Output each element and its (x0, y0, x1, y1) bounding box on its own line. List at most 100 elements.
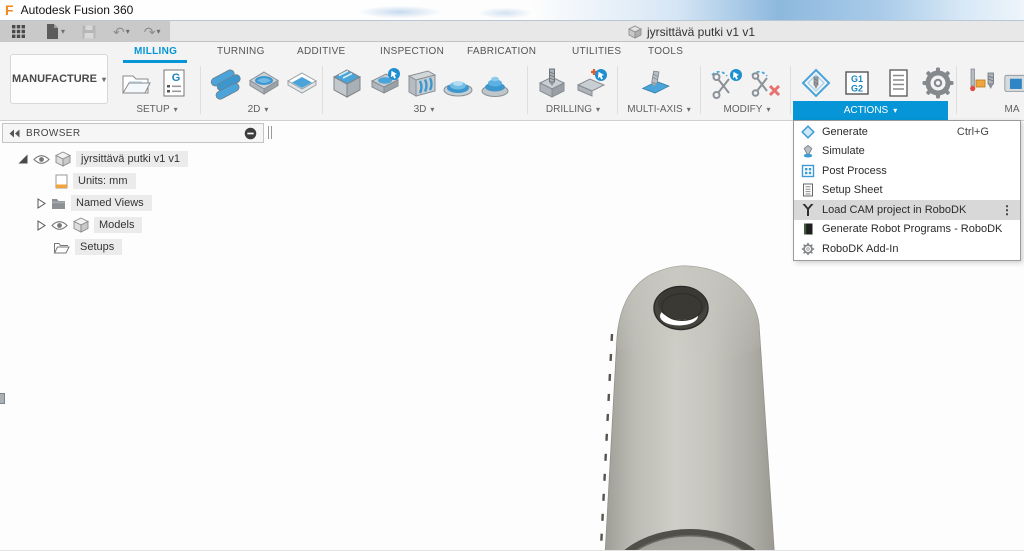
3d-scallop-icon[interactable] (441, 66, 475, 100)
3d-adaptive-icon[interactable] (330, 66, 364, 100)
group-label-manage[interactable]: MA (1005, 104, 1020, 115)
menu-item-generate-robot-programs[interactable]: Generate Robot Programs - RoboDK (794, 220, 1020, 240)
group-label-multi-axis[interactable]: MULTI-AXIS▾ (627, 104, 690, 115)
multi-axis-swarf-icon[interactable] (638, 66, 672, 100)
document-tab-label: jyrsittävä putki v1 v1 (647, 25, 755, 39)
machine-settings-gear-icon[interactable] (921, 66, 955, 100)
collapsed-panel-handle[interactable] (0, 393, 5, 404)
redo-icon: ↷ (144, 25, 156, 39)
tree-row-root[interactable]: jyrsittävä putki v1 v1 (18, 150, 188, 168)
menu-item-generate[interactable]: Generate Ctrl+G (794, 122, 1020, 142)
redo-button[interactable]: ↷ ▾ (142, 22, 163, 42)
tab-turning[interactable]: TURNING (217, 46, 265, 57)
more-options-icon[interactable]: ⋮ (1001, 203, 1013, 217)
group-label-modify[interactable]: MODIFY▾ (724, 104, 771, 115)
collapsed-arrow-icon[interactable] (37, 198, 46, 209)
svg-text:G1: G1 (851, 74, 863, 84)
tab-milling[interactable]: MILLING (134, 46, 177, 57)
tree-row-named-views[interactable]: Named Views (37, 194, 152, 212)
group-separator (700, 66, 701, 114)
nc-program-icon[interactable]: G (157, 66, 191, 100)
probe-icon[interactable] (964, 66, 998, 100)
svg-text:G: G (172, 72, 181, 84)
undo-icon: ↶ (113, 25, 125, 39)
workspace-caret-icon: ▾ (102, 75, 106, 84)
trim-delete-icon[interactable] (749, 66, 783, 100)
tree-label-units[interactable]: Units: mm (73, 173, 136, 189)
undo-button[interactable]: ↶ ▾ (111, 22, 132, 42)
generate-toolpath-icon[interactable] (799, 66, 833, 100)
simulate-icon (801, 144, 815, 158)
window-title: Autodesk Fusion 360 (21, 3, 134, 17)
document-cube-icon (628, 25, 642, 39)
redo-caret-icon: ▾ (157, 27, 161, 36)
qat-buttons: ▾ ↶ ▾ ↷ ▾ (0, 21, 170, 42)
tube-model[interactable] (560, 262, 820, 551)
group-label-2d[interactable]: 2D▾ (248, 104, 269, 115)
tree-label-named-views[interactable]: Named Views (71, 195, 152, 211)
drill-pattern-icon[interactable] (574, 66, 608, 100)
tab-fabrication[interactable]: FABRICATION (467, 46, 536, 57)
3d-ramp-icon[interactable] (478, 66, 512, 100)
group-separator (790, 66, 791, 114)
tree-row-units[interactable]: Units: mm (55, 172, 136, 190)
tree-label-models[interactable]: Models (94, 217, 142, 233)
new-setup-icon[interactable] (119, 66, 153, 100)
workspace-selector[interactable]: MANUFACTURE ▾ (10, 54, 108, 104)
expanded-arrow-icon[interactable] (18, 154, 28, 164)
2d-adaptive-icon[interactable] (209, 66, 243, 100)
component-cube-icon (55, 151, 71, 167)
browser-panel-title: BROWSER (26, 128, 238, 139)
file-menu-button[interactable]: ▾ (42, 22, 67, 42)
menu-item-post-process[interactable]: Post Process (794, 161, 1020, 181)
addin-gear-icon (801, 242, 815, 256)
collapsed-arrow-icon[interactable] (37, 220, 46, 231)
menu-item-load-cam-robodk[interactable]: Load CAM project in RoboDK ⋮ (794, 200, 1020, 220)
tab-utilities[interactable]: UTILITIES (572, 46, 621, 57)
panel-grip[interactable] (268, 126, 272, 139)
menu-item-robodk-addin[interactable]: RoboDK Add-In (794, 239, 1020, 259)
group-separator (527, 66, 528, 114)
group-label-drilling[interactable]: DRILLING▾ (546, 104, 600, 115)
setup-sheet-icon (801, 183, 815, 197)
named-views-folder-icon (51, 197, 66, 209)
group-separator (956, 66, 957, 114)
tab-additive[interactable]: ADDITIVE (297, 46, 346, 57)
setup-sheet-icon[interactable] (881, 66, 915, 100)
trim-duplicate-icon[interactable] (709, 66, 743, 100)
tree-label-root[interactable]: jyrsittävä putki v1 v1 (76, 151, 188, 167)
visibility-eye-icon[interactable] (33, 154, 50, 165)
hide-all-icon[interactable] (244, 127, 257, 140)
ribbon-toolbar: MANUFACTURE ▾ MILLING TURNING ADDITIVE I… (0, 42, 1024, 121)
group-label-actions-open[interactable]: ACTIONS▾ (793, 101, 948, 120)
generate-icon (801, 125, 815, 139)
group-label-3d[interactable]: 3D▾ (414, 104, 435, 115)
tab-inspection[interactable]: INSPECTION (380, 46, 444, 57)
tree-label-setups[interactable]: Setups (75, 239, 122, 255)
menu-item-setup-sheet[interactable]: Setup Sheet (794, 181, 1020, 201)
collapse-panel-icon[interactable] (9, 129, 20, 138)
tree-row-setups[interactable]: Setups (53, 238, 122, 256)
document-tab[interactable]: jyrsittävä putki v1 v1 (628, 21, 755, 42)
tab-tools[interactable]: TOOLS (648, 46, 683, 57)
active-tab-underline (123, 60, 187, 63)
robodk-funnel-icon (801, 203, 815, 217)
app-grid-icon[interactable] (9, 22, 28, 42)
2d-face-icon[interactable] (285, 66, 319, 100)
2d-pocket-icon[interactable] (247, 66, 281, 100)
3d-pocket-icon[interactable] (367, 66, 401, 100)
post-process-icon[interactable]: G1 G2 (840, 66, 874, 100)
group-separator (322, 66, 323, 114)
3d-flow-icon[interactable] (404, 66, 438, 100)
group-label-setup[interactable]: SETUP▾ (136, 104, 177, 115)
menu-item-simulate[interactable]: Simulate (794, 142, 1020, 162)
fusion-logo-icon: F (5, 3, 14, 17)
drill-icon[interactable] (535, 66, 569, 100)
units-document-icon (55, 174, 68, 189)
setups-folder-icon (53, 241, 70, 254)
browser-panel-header[interactable]: BROWSER (2, 123, 264, 143)
tree-row-models[interactable]: Models (37, 216, 142, 234)
save-button[interactable] (79, 22, 99, 42)
visibility-eye-icon[interactable] (51, 220, 68, 231)
machine-icon[interactable] (1004, 66, 1024, 100)
